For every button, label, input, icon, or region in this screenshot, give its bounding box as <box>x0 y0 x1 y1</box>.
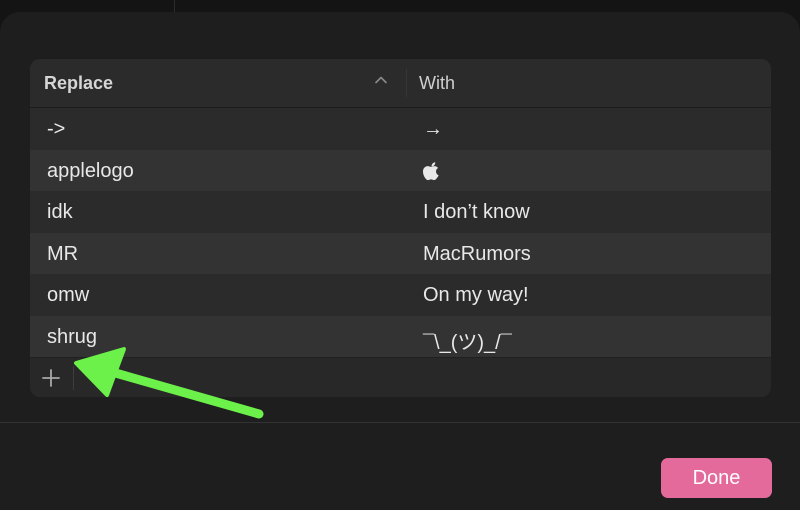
chevron-up-icon[interactable] <box>372 71 390 89</box>
footer-divider <box>73 366 74 390</box>
table-row[interactable]: -> → <box>30 108 771 150</box>
column-header-replace[interactable]: Replace <box>44 73 113 94</box>
replace-cell: applelogo <box>47 159 134 182</box>
table-row[interactable]: omw On my way! <box>30 274 771 316</box>
table-row[interactable]: idk I don’t know <box>30 191 771 233</box>
column-header-with[interactable]: With <box>419 73 455 94</box>
replace-cell: idk <box>47 201 73 223</box>
table-footer <box>30 357 771 397</box>
text-replacement-sheet: Replace With -> → applelogo idk I don’t … <box>0 12 800 510</box>
replace-cell: MR <box>47 242 79 265</box>
add-button[interactable] <box>38 365 64 391</box>
table-row[interactable]: applelogo <box>30 149 771 191</box>
apple-logo-icon <box>422 160 441 187</box>
sheet-divider <box>0 422 800 423</box>
with-cell: MacRumors <box>423 242 531 265</box>
with-cell: ¯\_(ツ)_/¯ <box>423 331 512 354</box>
with-cell: On my way! <box>423 284 529 306</box>
table-header: Replace With <box>30 59 771 108</box>
replace-cell: -> <box>47 118 66 140</box>
table-row[interactable]: shrug ¯\_(ツ)_/¯ <box>30 315 771 357</box>
table-row[interactable]: MR MacRumors <box>30 232 771 274</box>
column-divider[interactable] <box>406 69 407 97</box>
done-button[interactable]: Done <box>661 458 772 498</box>
with-cell: → <box>423 118 443 140</box>
text-replacement-table: Replace With -> → applelogo idk I don’t … <box>30 59 771 397</box>
plus-icon[interactable] <box>38 365 64 391</box>
replace-cell: shrug <box>47 325 98 348</box>
with-cell: I don’t know <box>423 201 530 223</box>
replace-cell: omw <box>47 284 90 306</box>
